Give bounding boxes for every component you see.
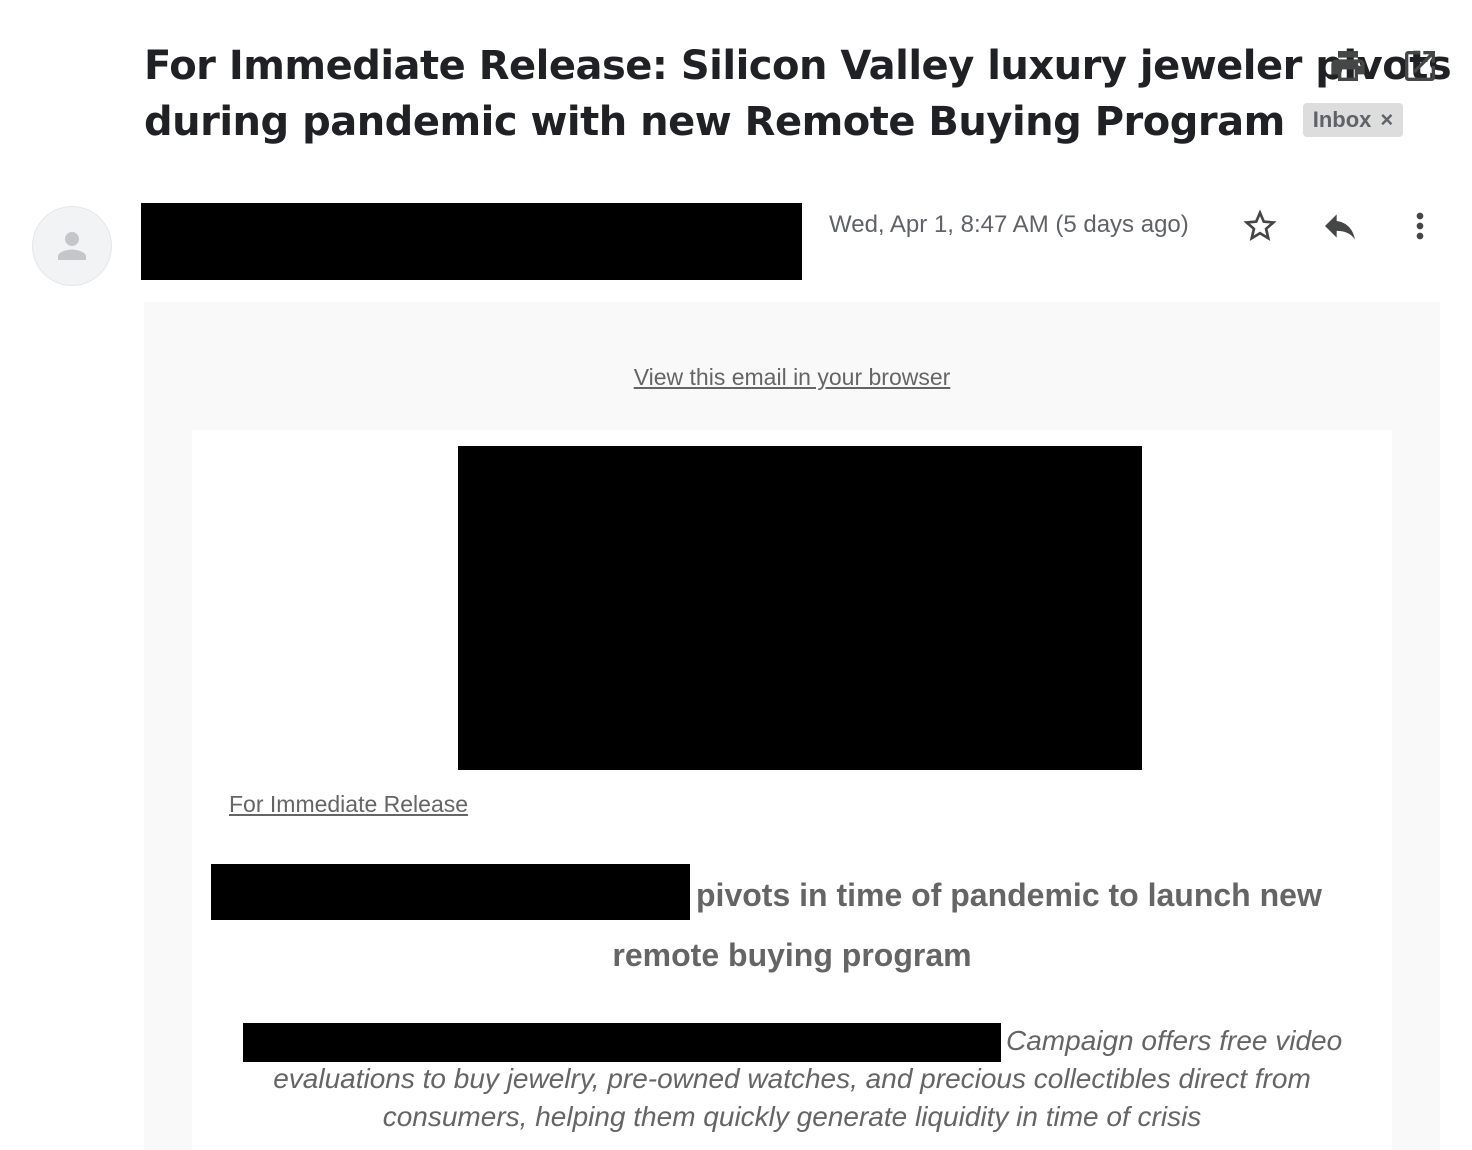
subhead-line-1: Campaign offers free video xyxy=(1006,1025,1343,1056)
headline-line-2: remote buying program xyxy=(612,937,972,973)
person-icon xyxy=(58,232,86,260)
subhead-continuation: evaluations to buy jewelry, pre-owned wa… xyxy=(192,1060,1392,1136)
newsletter-card: For Immediate Release pivots in time of … xyxy=(192,430,1392,1150)
email-view: For Immediate Release: Silicon Valley lu… xyxy=(0,0,1472,1150)
view-in-browser-link[interactable]: View this email in your browser xyxy=(144,362,1440,392)
star-icon[interactable] xyxy=(1240,206,1280,246)
subhead-line-2: evaluations to buy jewelry, pre-owned wa… xyxy=(273,1063,1311,1094)
email-body: View this email in your browser For Imme… xyxy=(144,302,1440,1150)
print-icon[interactable] xyxy=(1328,46,1368,86)
subject-line-2: during pandemic with new Remote Buying P… xyxy=(144,94,1404,150)
subhead-line-3: consumers, helping them quickly generate… xyxy=(382,1101,1202,1132)
reply-icon[interactable] xyxy=(1320,206,1360,246)
email-subject: For Immediate Release: Silicon Valley lu… xyxy=(144,38,1452,150)
for-immediate-release-link[interactable]: For Immediate Release xyxy=(229,789,468,819)
subject-line-2-text: during pandemic with new Remote Buying P… xyxy=(144,99,1285,145)
redacted-subhead-text xyxy=(243,1023,1001,1062)
redacted-company-name xyxy=(211,864,690,920)
redacted-hero-image xyxy=(458,446,1142,770)
more-vert-icon[interactable] xyxy=(1400,206,1440,246)
open-in-new-window-icon[interactable] xyxy=(1400,46,1440,86)
sender-avatar[interactable] xyxy=(32,206,112,286)
subject-line-1: For Immediate Release: Silicon Valley lu… xyxy=(144,43,1452,89)
remove-label-icon[interactable]: × xyxy=(1380,103,1393,137)
message-date: Wed, Apr 1, 8:47 AM (5 days ago) xyxy=(829,211,1189,238)
inbox-label-chip[interactable]: Inbox × xyxy=(1302,103,1404,137)
inbox-label-text: Inbox xyxy=(1312,107,1372,132)
redacted-sender xyxy=(141,203,802,280)
headline-line-1: pivots in time of pandemic to launch new xyxy=(696,877,1322,913)
